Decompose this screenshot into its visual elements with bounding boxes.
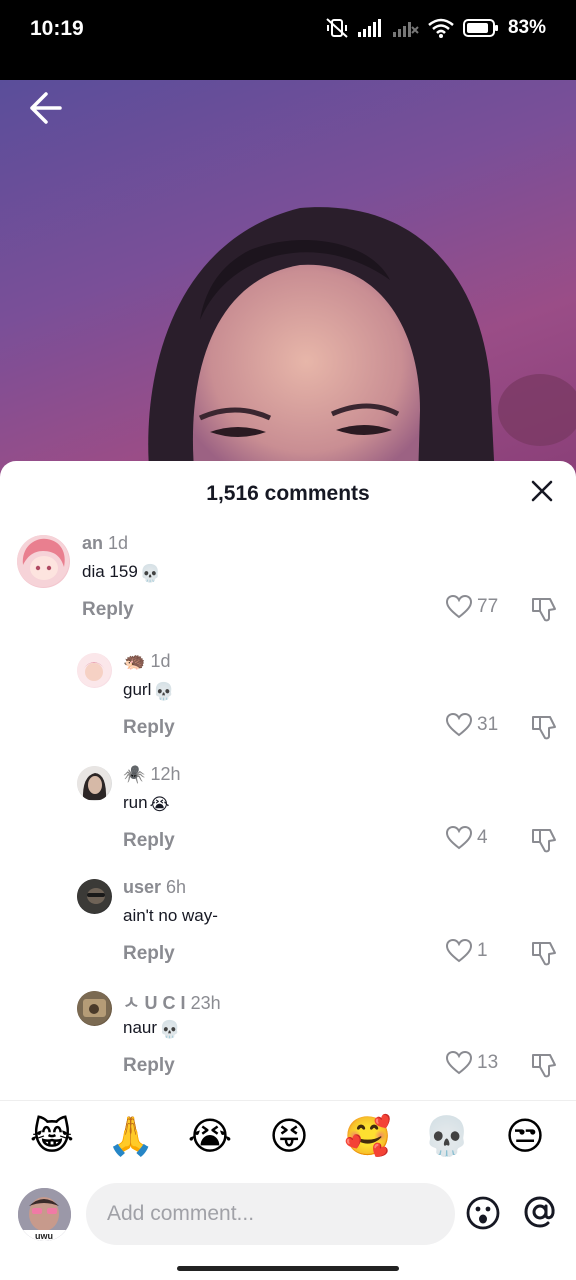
skull-emoji: 💀 bbox=[139, 564, 161, 583]
heart-icon bbox=[446, 1051, 472, 1075]
skull-emoji: 💀 bbox=[159, 1020, 181, 1039]
wifi-icon bbox=[428, 18, 454, 38]
like-count: 4 bbox=[477, 827, 488, 848]
comment-text: dia 159 💀 bbox=[82, 562, 161, 584]
skull-emoji: 💀 bbox=[153, 682, 175, 701]
comment-meta: user 6h bbox=[123, 877, 186, 898]
reply-button[interactable]: Reply bbox=[123, 830, 175, 852]
comment-input[interactable] bbox=[86, 1183, 455, 1245]
status-icons: 83% bbox=[325, 17, 546, 39]
comment-text-content: gurl bbox=[123, 680, 152, 699]
divider bbox=[0, 1100, 576, 1101]
like-count: 31 bbox=[477, 714, 499, 735]
comment-text-content: run bbox=[123, 793, 148, 812]
crying-emoji: 😭 bbox=[149, 795, 170, 814]
comment-item: an 1d dia 159 💀 Reply 77 bbox=[0, 531, 576, 631]
comment-text-content: naur bbox=[123, 1018, 158, 1037]
emoji-crying-button[interactable]: 😭 bbox=[186, 1113, 234, 1161]
heart-icon bbox=[446, 939, 472, 963]
like-button[interactable]: 1 bbox=[446, 939, 488, 963]
my-avatar[interactable]: uwu bbox=[18, 1188, 71, 1241]
heart-icon bbox=[446, 595, 472, 619]
dislike-icon[interactable] bbox=[530, 826, 558, 854]
back-button[interactable] bbox=[26, 88, 66, 128]
comment-age: 23h bbox=[190, 993, 221, 1013]
signal-secondary-icon bbox=[392, 22, 419, 37]
comment-item: ㅅ U C I 23h naur 💀 Reply 13 bbox=[0, 987, 576, 1087]
heart-icon bbox=[446, 713, 472, 737]
avatar[interactable] bbox=[77, 991, 112, 1026]
avatar[interactable] bbox=[77, 879, 112, 914]
emoji-cat-laugh-button[interactable]: 😹 bbox=[28, 1113, 76, 1161]
like-count: 77 bbox=[477, 596, 499, 617]
heart-icon bbox=[446, 826, 472, 850]
like-count: 1 bbox=[477, 940, 488, 961]
comment-age: 1d bbox=[108, 533, 129, 553]
close-icon[interactable] bbox=[528, 477, 556, 505]
emoji-unamused-button[interactable]: 😒 bbox=[501, 1113, 549, 1161]
emoji-hearts-button[interactable]: 🥰 bbox=[344, 1113, 392, 1161]
comment-text-content: dia 159 bbox=[82, 562, 138, 581]
comment-item: 🕷️ 12h run 😭 Reply 4 bbox=[0, 762, 576, 862]
comment-text: naur 💀 bbox=[123, 1018, 180, 1040]
like-button[interactable]: 4 bbox=[446, 826, 488, 850]
comment-meta: ㅅ U C I 23h bbox=[123, 989, 221, 1015]
dislike-icon[interactable] bbox=[530, 713, 558, 741]
emoji-pray-button[interactable]: 🙏 bbox=[107, 1113, 155, 1161]
comment-username[interactable]: user bbox=[123, 877, 161, 897]
signal-icon bbox=[357, 19, 381, 37]
avatar[interactable] bbox=[77, 653, 112, 688]
status-time: 10:19 bbox=[30, 17, 84, 40]
comment-item: 🦔 1d gurl 💀 Reply 31 bbox=[0, 649, 576, 749]
mention-icon[interactable] bbox=[522, 1194, 558, 1230]
comment-text: ain't no way- bbox=[123, 906, 218, 926]
status-bar: 10:19 83% bbox=[0, 0, 576, 80]
battery-level: 83% bbox=[507, 17, 546, 38]
comment-text: gurl 💀 bbox=[123, 680, 175, 702]
like-button[interactable]: 77 bbox=[446, 595, 498, 619]
comment-username[interactable]: ㅅ U C I bbox=[123, 993, 186, 1013]
comment-meta: 🕷️ 12h bbox=[123, 764, 180, 785]
comment-text: run 😭 bbox=[123, 793, 169, 815]
comment-item: user 6h ain't no way- Reply 1 bbox=[0, 875, 576, 975]
reply-button[interactable]: Reply bbox=[123, 1055, 175, 1077]
comment-text-content: ain't no way- bbox=[123, 906, 218, 925]
avatar[interactable] bbox=[17, 535, 70, 588]
comment-username[interactable]: 🦔 bbox=[123, 651, 145, 671]
comment-username[interactable]: 🕷️ bbox=[123, 764, 145, 784]
dislike-icon[interactable] bbox=[530, 939, 558, 967]
dislike-icon[interactable] bbox=[530, 1051, 558, 1079]
home-indicator bbox=[177, 1266, 399, 1271]
comment-meta: an 1d bbox=[82, 533, 128, 554]
like-count: 13 bbox=[477, 1052, 499, 1073]
video-background bbox=[0, 80, 576, 480]
comment-username[interactable]: an bbox=[82, 533, 103, 553]
comment-meta: 🦔 1d bbox=[123, 651, 170, 672]
reply-button[interactable]: Reply bbox=[123, 717, 175, 739]
comment-age: 12h bbox=[150, 764, 181, 784]
reply-button[interactable]: Reply bbox=[123, 943, 175, 965]
reply-button[interactable]: Reply bbox=[82, 599, 134, 621]
comment-age: 6h bbox=[166, 877, 187, 897]
emoji-picker-icon[interactable] bbox=[466, 1196, 500, 1230]
avatar[interactable] bbox=[77, 766, 112, 801]
dislike-icon[interactable] bbox=[530, 595, 558, 623]
like-button[interactable]: 13 bbox=[446, 1051, 498, 1075]
emoji-tongue-button[interactable]: 😝 bbox=[265, 1113, 313, 1161]
comments-count-title: 1,516 comments bbox=[206, 482, 370, 505]
comment-input-row: uwu bbox=[0, 1182, 576, 1246]
battery-icon bbox=[462, 19, 498, 37]
video-frame bbox=[148, 207, 576, 480]
comment-age: 1d bbox=[150, 651, 171, 671]
emoji-skull-button[interactable]: 💀 bbox=[423, 1113, 471, 1161]
quick-emoji-bar: 😹 🙏 😭 😝 🥰 💀 😒 bbox=[0, 1113, 576, 1169]
like-button[interactable]: 31 bbox=[446, 713, 498, 737]
my-avatar-label: uwu bbox=[35, 1231, 53, 1241]
vibrate-off-icon bbox=[326, 18, 348, 38]
